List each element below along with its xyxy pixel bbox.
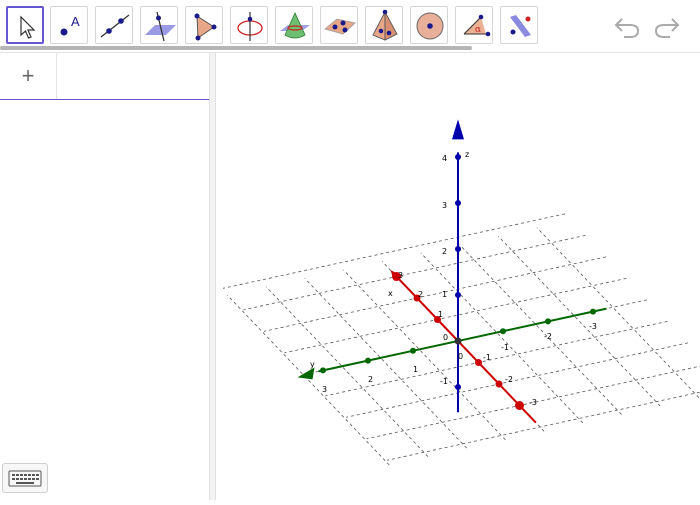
perpendicular-line-tool-button[interactable] [140, 6, 178, 44]
undo-button[interactable] [612, 12, 642, 40]
line-through-points-icon [96, 7, 134, 45]
redo-button[interactable] [652, 12, 682, 40]
plane-through-points-icon [321, 7, 359, 45]
y-axis-arrow [298, 367, 315, 379]
grid-line-x--4 [387, 386, 700, 460]
z-tick-label-2: 2 [442, 247, 447, 256]
intersect-surfaces-icon [276, 7, 314, 45]
algebra-view: + [0, 53, 209, 500]
z-axis-label: z [465, 150, 469, 159]
grid-line-y-4 [227, 295, 389, 465]
origin-point [455, 338, 462, 345]
keyboard-icon [3, 464, 47, 492]
reflect-plane-tool-button[interactable] [500, 6, 538, 44]
x-tick-neg1 [475, 359, 482, 366]
toolbar: A [0, 0, 700, 48]
y-tick-label-3: 3 [322, 385, 327, 394]
z-tick-label-1: 1 [442, 290, 447, 299]
y-tick-neg2 [545, 318, 551, 324]
y-tick-3 [320, 367, 326, 373]
graphics-3d-canvas[interactable]: z x y 0 0 4 3 2 1 -1 3 2 1 -1 -2 -3 1 2 … [217, 53, 700, 500]
grid-line-y--4 [537, 228, 699, 398]
grid-line-y--2 [460, 245, 622, 415]
move-tool-button[interactable] [6, 6, 44, 44]
point-with-label-icon: A [51, 7, 89, 45]
y-tick-2 [365, 358, 371, 364]
z-axis [452, 119, 464, 412]
angle-tool-button[interactable]: α [455, 6, 493, 44]
x-tick-label-2: 2 [418, 290, 423, 299]
sphere-icon [411, 7, 449, 45]
origin-label-z: 0 [458, 352, 463, 361]
graphics-3d-view[interactable]: z x y 0 0 4 3 2 1 -1 3 2 1 -1 -2 -3 1 2 … [217, 53, 700, 500]
x-tick-label-neg2: -2 [505, 375, 513, 384]
point-tool-label: A [71, 14, 80, 29]
y-tick-label-neg1: -1 [501, 343, 509, 352]
cursor-arrow-icon [8, 8, 46, 46]
toolbar-scrollbar[interactable] [0, 46, 472, 50]
z-tick-label-neg1: -1 [440, 377, 448, 386]
x-tick-label-neg3: -3 [529, 398, 537, 407]
y-tick-label-1: 1 [413, 365, 418, 374]
circle-around-axis-icon [231, 7, 269, 45]
reflect-about-plane-icon [501, 7, 539, 45]
y-tick-neg3 [590, 309, 596, 315]
x-tick-label-1: 1 [438, 310, 443, 319]
algebra-input-row[interactable]: + [0, 53, 209, 100]
line-tool-button[interactable] [95, 6, 133, 44]
x-axis-positive [390, 270, 458, 341]
x-tick-neg2 [496, 381, 503, 388]
grid-line-y-1 [343, 270, 505, 440]
add-item-button[interactable]: + [0, 53, 56, 99]
plus-icon: + [22, 63, 35, 89]
y-axis-line [319, 309, 607, 372]
sphere-tool-button[interactable] [410, 6, 448, 44]
perpendicular-line-plane-icon [141, 7, 179, 45]
y-axis-label: y [310, 360, 315, 369]
plane-three-points-tool-button[interactable] [320, 6, 358, 44]
x-tick-neg3 [515, 401, 524, 410]
polygon-icon [186, 7, 224, 45]
z-tick-1 [455, 292, 461, 298]
angle-tool-label: α [475, 25, 481, 35]
pyramid-tool-button[interactable] [365, 6, 403, 44]
undo-icon [612, 12, 642, 40]
y-tick-label-neg2: -2 [544, 332, 552, 341]
y-tick-label-2: 2 [368, 375, 373, 384]
x-axis-label: x [388, 289, 393, 298]
keyboard-toggle-button[interactable] [2, 463, 48, 493]
z-tick-2 [455, 246, 461, 252]
point-tool-button[interactable]: A [50, 6, 88, 44]
z-axis-arrow [452, 119, 464, 139]
pyramid-icon [366, 7, 404, 45]
x-tick-label-3: 3 [398, 271, 403, 280]
intersect-surfaces-tool-button[interactable] [275, 6, 313, 44]
input-separator [56, 53, 57, 99]
z-tick-label-3: 3 [442, 201, 447, 210]
z-tick-label-4: 4 [442, 154, 447, 163]
angle-icon: α [456, 7, 494, 45]
redo-icon [652, 12, 682, 40]
z-tick-3 [455, 200, 461, 206]
y-tick-label-neg3: -3 [589, 322, 597, 331]
polygon-tool-button[interactable] [185, 6, 223, 44]
y-tick-neg1 [500, 328, 506, 334]
view-splitter[interactable] [209, 53, 216, 500]
z-tick-4 [455, 154, 461, 160]
y-tick-1 [410, 348, 416, 354]
circle-axis-tool-button[interactable] [230, 6, 268, 44]
origin-label: 0 [443, 333, 448, 342]
z-tick-neg1 [455, 384, 461, 390]
x-tick-label-neg1: -1 [483, 353, 491, 362]
x-axis-positive-line [399, 279, 458, 341]
